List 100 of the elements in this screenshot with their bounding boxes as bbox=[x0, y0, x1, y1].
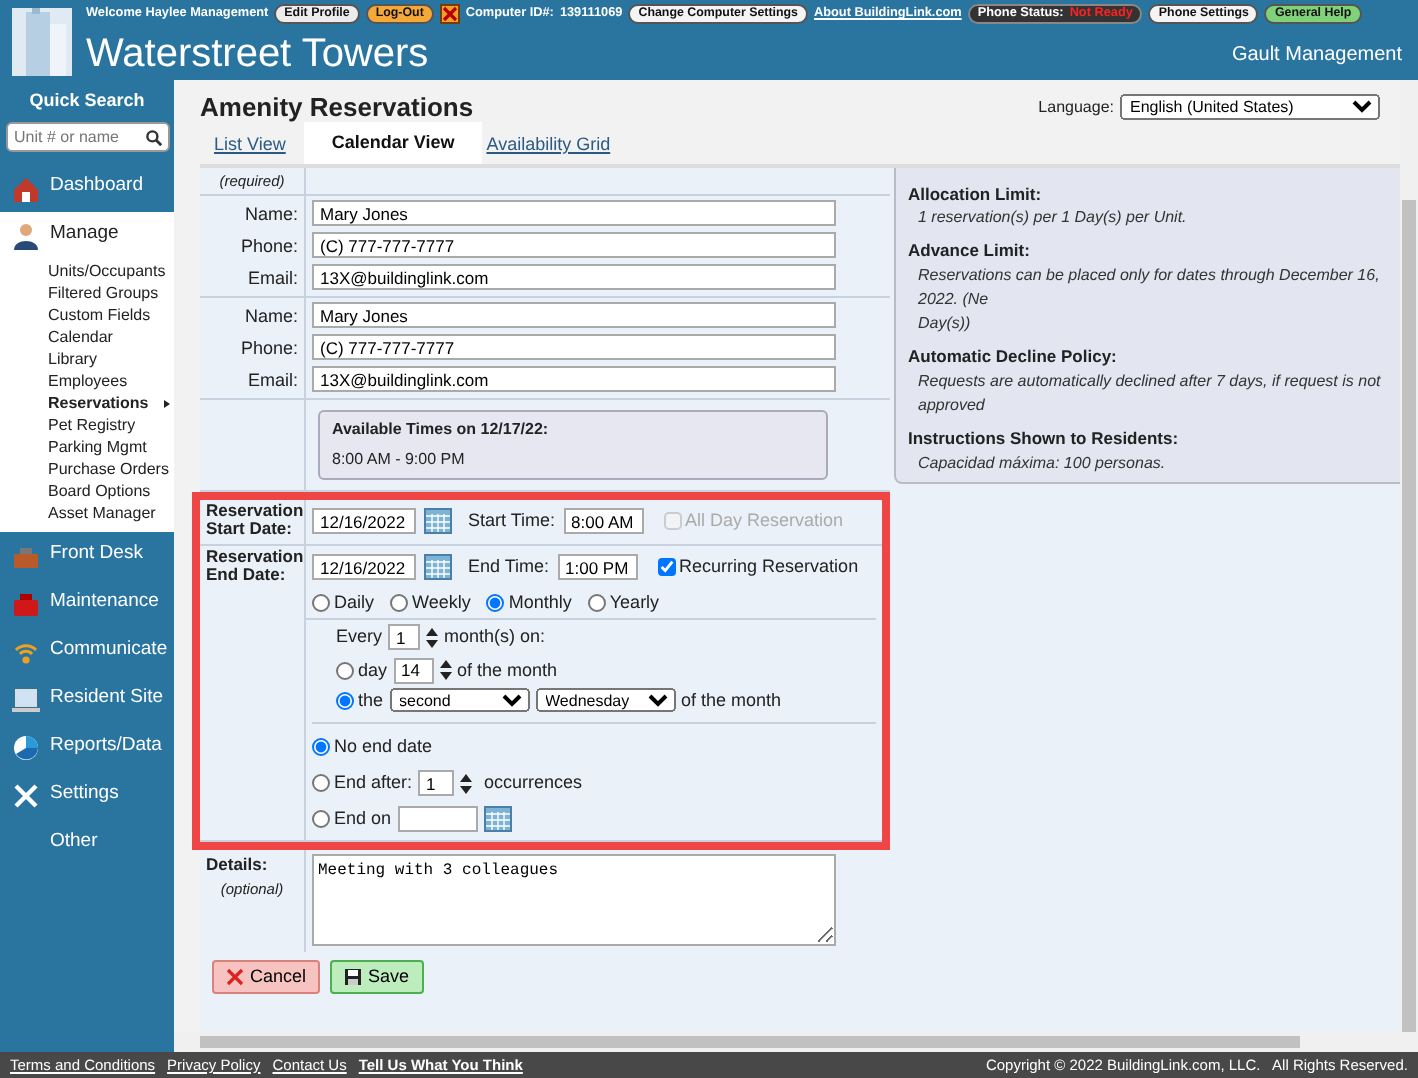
info-text: Capacidad máxima: 100 personas. bbox=[916, 451, 1168, 475]
info-text: 1 reservation(s) per 1 Day(s) per Unit. bbox=[916, 206, 1189, 231]
radio-button[interactable] bbox=[312, 810, 330, 829]
checkbox-label: Recurring Reservation bbox=[679, 554, 859, 580]
tab[interactable]: Calendar View bbox=[303, 122, 483, 163]
spinner-icon[interactable] bbox=[426, 625, 439, 650]
close-icon bbox=[226, 968, 244, 986]
sidebar-item[interactable]: Dashboard bbox=[0, 163, 174, 211]
tab[interactable]: List View bbox=[214, 132, 300, 163]
details-field[interactable]: Meeting with 3 colleagues bbox=[312, 853, 836, 946]
text-field[interactable]: Mary Jones bbox=[312, 200, 836, 227]
submenu-item[interactable]: Filtered Groups bbox=[0, 281, 174, 303]
spinner-icon[interactable] bbox=[460, 771, 473, 796]
text-field[interactable]: (C) 777-777-7777 bbox=[312, 232, 836, 259]
spinner-icon[interactable] bbox=[439, 658, 452, 683]
laptop-icon bbox=[12, 685, 40, 713]
radio-label: Yearly bbox=[609, 589, 660, 616]
pie-chart-icon bbox=[12, 733, 40, 761]
radio-label: day bbox=[358, 657, 388, 684]
info-title: Advance Limit: bbox=[908, 238, 1032, 264]
end-date-field[interactable] bbox=[397, 806, 478, 833]
text-field[interactable]: 13X@buildinglink.com bbox=[312, 366, 836, 393]
time-label: End Time: bbox=[468, 554, 550, 580]
time-field[interactable]: 1:00 PM bbox=[557, 554, 638, 581]
submenu-item[interactable]: Units/Occupants bbox=[0, 259, 174, 281]
sidebar-item[interactable]: Front Desk bbox=[0, 531, 174, 579]
radio-button[interactable] bbox=[336, 691, 354, 710]
suffix-label: of the month bbox=[457, 657, 558, 683]
radio-label: Monthly bbox=[508, 589, 572, 616]
available-times: 8:00 AM - 9:00 PM bbox=[332, 447, 467, 472]
weekday-select[interactable]: Wednesday bbox=[535, 688, 676, 713]
submenu-item[interactable]: Calendar bbox=[0, 325, 174, 347]
submenu-item[interactable]: Purchase Orders bbox=[0, 457, 174, 479]
radio-button[interactable] bbox=[312, 593, 330, 612]
radio-button[interactable] bbox=[390, 593, 409, 612]
radio-label: No end date bbox=[334, 734, 433, 760]
sidebar-item[interactable]: Manage bbox=[0, 211, 174, 259]
radio-label: End on bbox=[334, 806, 392, 832]
time-field[interactable]: 8:00 AM bbox=[563, 508, 644, 535]
field-label: Name: bbox=[242, 303, 298, 330]
text-field[interactable]: Mary Jones bbox=[312, 302, 836, 329]
suffix-label: of the month bbox=[681, 687, 782, 713]
person-icon bbox=[12, 221, 40, 249]
interval-unit: month(s) on: bbox=[444, 624, 546, 650]
info-text: Day(s)) bbox=[916, 312, 973, 336]
radio-button[interactable] bbox=[312, 774, 330, 793]
sidebar-item[interactable]: Resident Site bbox=[0, 675, 174, 723]
building-logo bbox=[6, 4, 74, 76]
submenu-item[interactable]: Asset Manager bbox=[0, 501, 174, 523]
radio-button[interactable] bbox=[312, 738, 330, 757]
field-label: Name: bbox=[242, 201, 298, 228]
field-label: Phone: bbox=[238, 335, 298, 362]
radio-button[interactable] bbox=[336, 661, 354, 680]
info-title: Automatic Decline Policy: bbox=[908, 344, 1119, 370]
date-field[interactable]: 12/16/2022 bbox=[312, 508, 416, 535]
sidebar-item[interactable]: Other bbox=[0, 819, 174, 867]
sidebar-item[interactable]: Reports/Data bbox=[0, 723, 174, 771]
date-field[interactable]: 12/16/2022 bbox=[312, 554, 416, 581]
interval-field[interactable]: 1 bbox=[388, 624, 421, 651]
checkbox[interactable] bbox=[657, 558, 676, 577]
calendar-icon[interactable] bbox=[424, 554, 452, 581]
info-title: Instructions Shown to Residents: bbox=[908, 425, 1181, 451]
occurrences-field[interactable]: 1 bbox=[418, 770, 455, 797]
sidebar-item[interactable]: Communicate bbox=[0, 627, 174, 675]
language-label: Language: bbox=[1038, 95, 1114, 120]
search-field[interactable]: Unit # or name bbox=[6, 121, 170, 151]
radio-button[interactable] bbox=[486, 593, 505, 612]
field-label: Phone: bbox=[238, 233, 298, 260]
row-label: Reservation End Date: bbox=[206, 547, 298, 584]
cancel-button[interactable]: Cancel bbox=[212, 959, 321, 995]
calendar-icon[interactable] bbox=[424, 508, 452, 535]
submenu-item[interactable]: Pet Registry bbox=[0, 413, 174, 435]
sidebar-item[interactable]: Settings bbox=[0, 771, 174, 819]
radio-button[interactable] bbox=[587, 593, 606, 612]
text-field[interactable]: (C) 777-777-7777 bbox=[312, 334, 836, 361]
language-select[interactable]: English (United States) bbox=[1120, 94, 1380, 121]
calendar-icon[interactable] bbox=[483, 806, 512, 833]
row-label: Reservation Start Date: bbox=[206, 501, 298, 538]
submenu-item[interactable]: Library bbox=[0, 347, 174, 369]
tab[interactable]: Availability Grid bbox=[486, 132, 625, 163]
company-name: Gault Management bbox=[1231, 41, 1402, 69]
submenu-item[interactable]: Parking Mgmt bbox=[0, 435, 174, 457]
text-field[interactable]: 13X@buildinglink.com bbox=[312, 264, 836, 291]
site-title: Waterstreet Towers bbox=[86, 30, 429, 80]
radio-label: the bbox=[358, 687, 384, 713]
save-button[interactable]: Save bbox=[330, 959, 424, 995]
field-label: Email: bbox=[245, 265, 298, 292]
house-icon bbox=[12, 173, 40, 201]
radio-label: Daily bbox=[334, 589, 375, 616]
day-field[interactable]: 14 bbox=[393, 657, 434, 684]
ordinal-select[interactable]: second bbox=[389, 688, 530, 713]
submenu-item[interactable]: Employees bbox=[0, 369, 174, 391]
submenu-item[interactable]: Custom Fields bbox=[0, 303, 174, 325]
sidebar-item[interactable]: Maintenance bbox=[0, 579, 174, 627]
info-text: Reservations can be placed only for dates through December 16, 2022. (Ne bbox=[916, 264, 1382, 312]
page-title: Amenity Reservations bbox=[200, 90, 474, 126]
radio-label: End after: bbox=[334, 770, 413, 796]
info-text: Requests are automatically declined after 7 days, if request is not approved bbox=[916, 369, 1383, 418]
time-label: Start Time: bbox=[468, 508, 556, 534]
submenu-item[interactable]: Board Options bbox=[0, 479, 174, 501]
